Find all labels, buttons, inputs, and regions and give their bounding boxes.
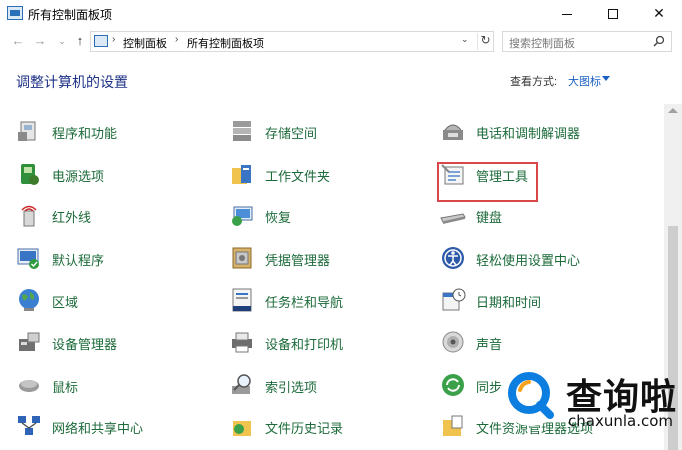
sync-center-icon bbox=[442, 374, 464, 396]
item-label: 鼠标 bbox=[52, 380, 79, 395]
watermark-logo bbox=[500, 364, 562, 426]
item-label: 恢复 bbox=[265, 210, 292, 225]
item-network[interactable]: 网络和共享中心 bbox=[16, 412, 196, 442]
item-infrared[interactable]: 红外线 bbox=[16, 201, 196, 231]
control-panel-icon bbox=[7, 6, 23, 20]
recent-locations-button[interactable]: ⌄ bbox=[54, 32, 70, 50]
network-icon bbox=[18, 416, 40, 435]
item-label: 网络和共享中心 bbox=[52, 421, 144, 436]
item-label: 电源选项 bbox=[52, 169, 105, 184]
breadcrumb-separator: › bbox=[112, 34, 116, 45]
item-phone-modem[interactable]: 电话和调制解调器 bbox=[440, 117, 640, 147]
window-title: 所有控制面板项 bbox=[28, 8, 113, 22]
item-label: 设备和打印机 bbox=[265, 337, 344, 352]
item-label: 工作文件夹 bbox=[265, 169, 331, 184]
device-manager-icon bbox=[19, 332, 40, 351]
item-label: 默认程序 bbox=[52, 253, 105, 268]
work-folders-icon bbox=[232, 165, 251, 184]
item-devices-printers[interactable]: 设备和打印机 bbox=[229, 328, 409, 358]
up-button[interactable]: ↑ bbox=[72, 32, 88, 50]
keyboard-icon bbox=[440, 213, 466, 224]
storage-icon bbox=[233, 121, 251, 141]
minimize-icon bbox=[562, 13, 572, 15]
forward-button[interactable]: → bbox=[32, 32, 48, 50]
sound-icon bbox=[442, 331, 464, 353]
item-storage-spaces[interactable]: 存储空间 bbox=[229, 117, 409, 147]
search-box[interactable]: 搜索控制面板 bbox=[502, 31, 672, 52]
ease-of-access-icon bbox=[442, 247, 464, 269]
scroll-up-icon[interactable] bbox=[668, 108, 678, 113]
item-mouse[interactable]: 鼠标 bbox=[16, 371, 196, 401]
chevron-down-icon[interactable]: ⌄ bbox=[461, 34, 469, 45]
search-input[interactable]: 搜索控制面板 bbox=[509, 35, 575, 51]
minimize-button[interactable] bbox=[544, 0, 590, 28]
item-label: 存储空间 bbox=[265, 126, 318, 141]
default-programs-icon bbox=[17, 248, 39, 269]
item-power-options[interactable]: 电源选项 bbox=[16, 160, 196, 190]
infrared-icon bbox=[21, 205, 37, 227]
item-label: 电话和调制解调器 bbox=[476, 126, 581, 141]
taskbar-icon bbox=[232, 288, 252, 312]
phone-modem-icon bbox=[443, 124, 463, 140]
watermark-url: chaxunla.com bbox=[568, 412, 673, 430]
item-taskbar[interactable]: 任务栏和导航 bbox=[229, 286, 409, 316]
highlight-frame bbox=[437, 162, 538, 202]
item-label: 红外线 bbox=[52, 210, 92, 225]
mouse-icon bbox=[19, 380, 39, 392]
item-keyboard[interactable]: 键盘 bbox=[440, 201, 640, 231]
back-button[interactable]: ← bbox=[10, 32, 26, 50]
printer-icon bbox=[232, 332, 252, 353]
date-time-icon bbox=[442, 288, 466, 311]
control-panel-icon bbox=[94, 35, 108, 47]
navigation-bar: ← → ⌄ ↑ › 控制面板 › 所有控制面板项 ⌄ ↻ 搜索控制面板 bbox=[0, 28, 682, 54]
programs-icon bbox=[18, 121, 36, 141]
credential-manager-icon bbox=[232, 247, 252, 269]
breadcrumb-control-panel[interactable]: 控制面板 bbox=[123, 35, 167, 51]
item-label: 索引选项 bbox=[265, 380, 318, 395]
breadcrumb-separator: › bbox=[175, 34, 179, 45]
item-default-programs[interactable]: 默认程序 bbox=[16, 244, 196, 274]
item-region[interactable]: 区域 bbox=[16, 286, 196, 316]
item-label: 区域 bbox=[52, 295, 79, 310]
address-bar[interactable]: › 控制面板 › 所有控制面板项 ⌄ ↻ bbox=[90, 31, 494, 52]
chevron-down-icon[interactable] bbox=[602, 76, 610, 81]
item-label: 日期和时间 bbox=[476, 295, 542, 310]
title-bar: 所有控制面板项 ✕ bbox=[0, 0, 682, 28]
item-label: 轻松使用设置中心 bbox=[476, 253, 581, 268]
file-history-icon bbox=[233, 421, 251, 436]
maximize-icon bbox=[608, 9, 618, 20]
item-programs[interactable]: 程序和功能 bbox=[16, 117, 196, 147]
search-icon bbox=[502, 366, 560, 424]
item-label: 同步 bbox=[476, 380, 503, 395]
item-indexing-options[interactable]: 索引选项 bbox=[229, 371, 409, 401]
maximize-button[interactable] bbox=[590, 0, 636, 28]
item-label: 声音 bbox=[476, 337, 503, 352]
explorer-options-icon bbox=[443, 415, 463, 436]
item-label: 文件历史记录 bbox=[265, 421, 344, 436]
power-options-icon bbox=[21, 164, 39, 185]
recovery-icon bbox=[232, 206, 253, 226]
view-by-dropdown[interactable]: 大图标 bbox=[568, 73, 601, 89]
indexing-icon bbox=[232, 374, 251, 394]
item-label: 设备管理器 bbox=[52, 337, 118, 352]
refresh-icon[interactable]: ↻ bbox=[477, 33, 493, 50]
page-title: 调整计算机的设置 bbox=[16, 74, 128, 90]
close-button[interactable]: ✕ bbox=[636, 0, 682, 28]
search-icon[interactable] bbox=[653, 35, 665, 47]
item-date-time[interactable]: 日期和时间 bbox=[440, 286, 640, 316]
item-label: 程序和功能 bbox=[52, 126, 118, 141]
item-file-history[interactable]: 文件历史记录 bbox=[229, 412, 409, 442]
item-label: 凭据管理器 bbox=[265, 253, 331, 268]
breadcrumb-all-items[interactable]: 所有控制面板项 bbox=[187, 35, 264, 51]
item-device-manager[interactable]: 设备管理器 bbox=[16, 328, 196, 358]
item-ease-of-access[interactable]: 轻松使用设置中心 bbox=[440, 244, 640, 274]
region-icon bbox=[19, 289, 39, 311]
item-sound[interactable]: 声音 bbox=[440, 328, 640, 358]
item-credential-manager[interactable]: 凭据管理器 bbox=[229, 244, 409, 274]
item-label: 任务栏和导航 bbox=[265, 295, 344, 310]
view-by-label: 查看方式: bbox=[510, 76, 558, 88]
item-work-folders[interactable]: 工作文件夹 bbox=[229, 160, 409, 190]
item-label: 键盘 bbox=[476, 210, 503, 225]
item-recovery[interactable]: 恢复 bbox=[229, 201, 409, 231]
